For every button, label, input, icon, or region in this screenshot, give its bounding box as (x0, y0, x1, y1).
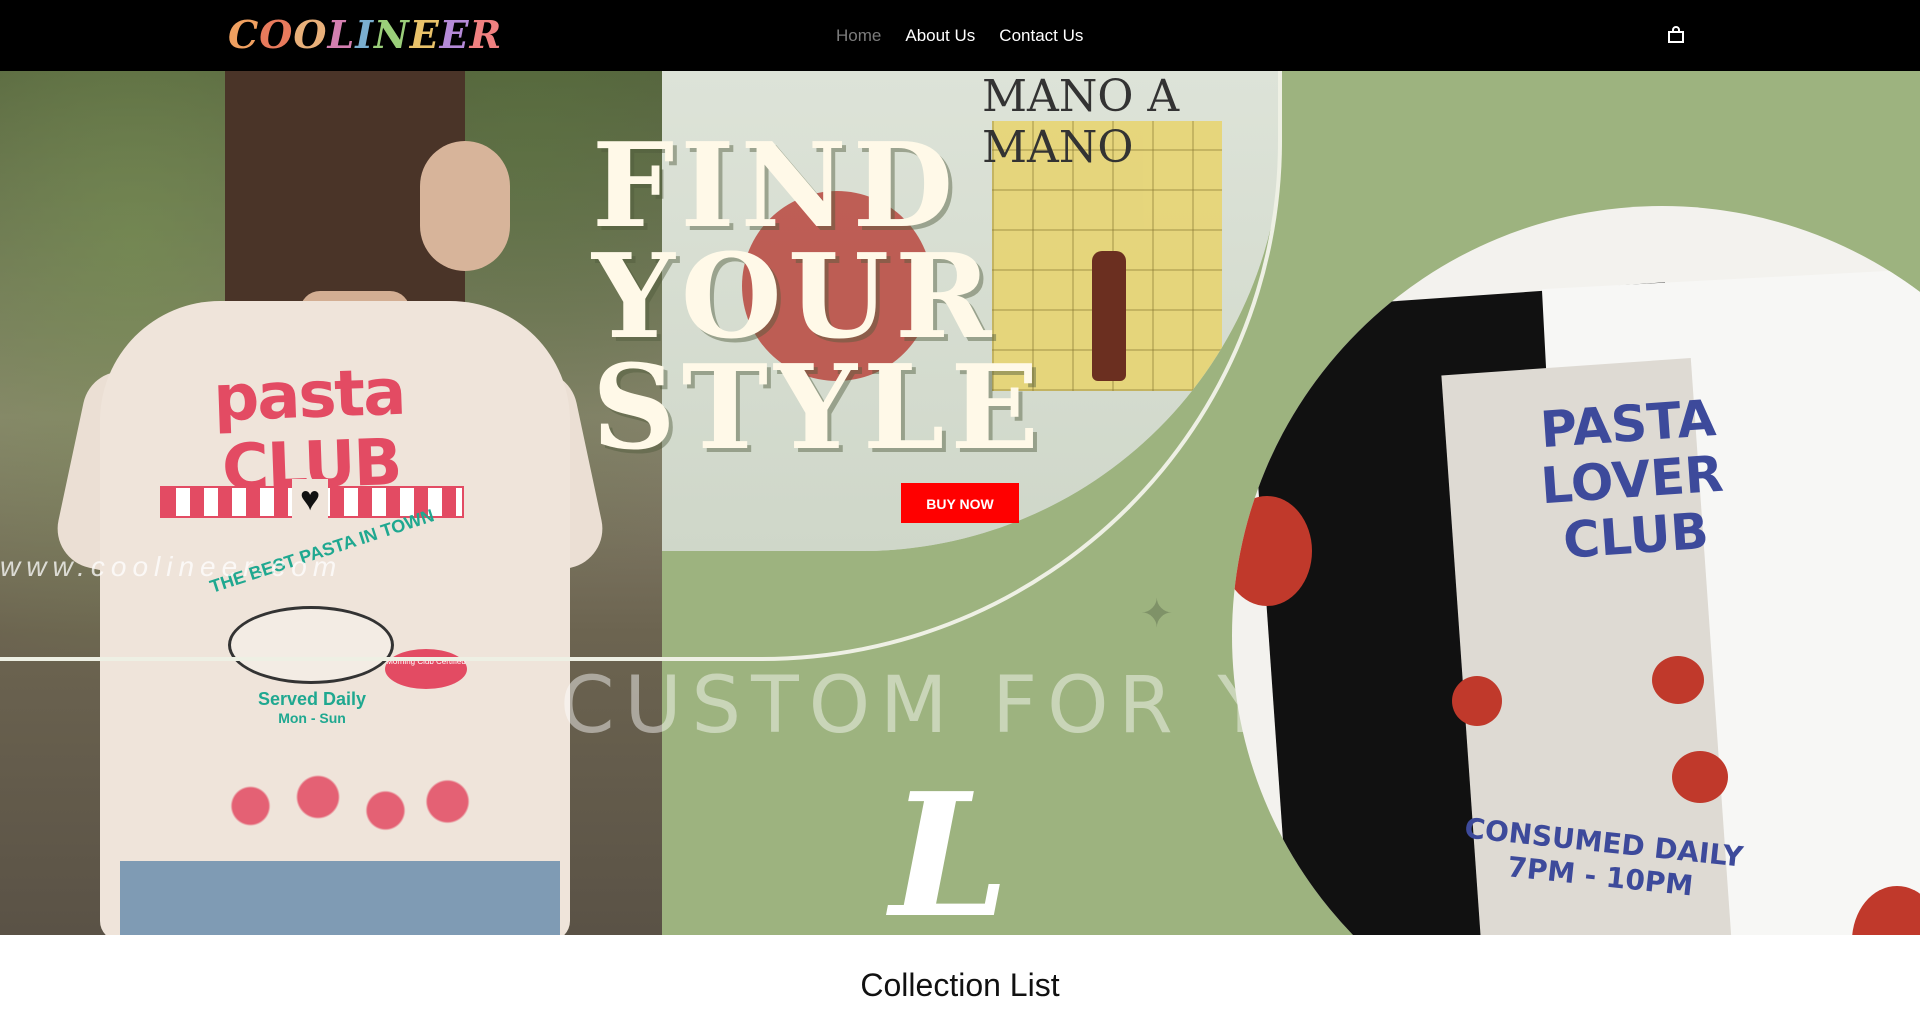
tomato-graphic (1452, 676, 1502, 726)
nav-contact-us[interactable]: Contact Us (999, 26, 1083, 46)
sparkle-icon: ✦ (1140, 592, 1174, 636)
nav-about-us[interactable]: About Us (905, 26, 975, 46)
tomato-graphic (1672, 751, 1728, 803)
logo-letter: O (293, 12, 328, 57)
logo-letter: R (469, 12, 503, 57)
jeans (120, 861, 560, 935)
logo-letter: E (439, 12, 470, 57)
section-title: Collection List (860, 967, 1060, 1003)
logo-letter: C (228, 12, 260, 57)
tomato-graphic (1652, 656, 1704, 704)
headline-line-2: YOUR (592, 229, 998, 365)
logo-letter: I (355, 12, 374, 57)
shirt-print-served: Served Daily Mon - Sun (258, 689, 367, 726)
hero-banner: pasta CLUB ♥ THE BEST PASTA IN TOWN Morn… (0, 71, 1920, 935)
pasta-shapes-graphic (210, 761, 480, 851)
nav-home[interactable]: Home (836, 26, 881, 46)
headline-line-3: STYLE (592, 340, 1045, 476)
logo[interactable]: COOLINEER (228, 14, 502, 56)
site-header: COOLINEER Home About Us Contact Us (0, 0, 1920, 71)
hero-headline: FIND YOUR STYLE (592, 118, 1045, 476)
hero-photo-pasta-lover: PASTA LOVER CLUB CONSUMED DAILY 7PM - 10… (1232, 206, 1920, 935)
monogram-logo: L (890, 756, 1010, 935)
logo-letter: N (373, 12, 410, 57)
shopping-bag-icon[interactable] (1666, 25, 1686, 45)
headline-line-1: FIND (592, 118, 960, 254)
logo-letter: O (259, 12, 294, 57)
shirt-print-pasta-lover: PASTA LOVER CLUB (1538, 389, 1726, 570)
main-nav: Home About Us Contact Us (836, 0, 1083, 71)
logo-letter: E (409, 12, 440, 57)
logo-letter: L (327, 12, 356, 57)
buy-now-button[interactable]: BUY NOW (901, 483, 1019, 523)
url-watermark: www.coolineer.com (0, 551, 343, 582)
